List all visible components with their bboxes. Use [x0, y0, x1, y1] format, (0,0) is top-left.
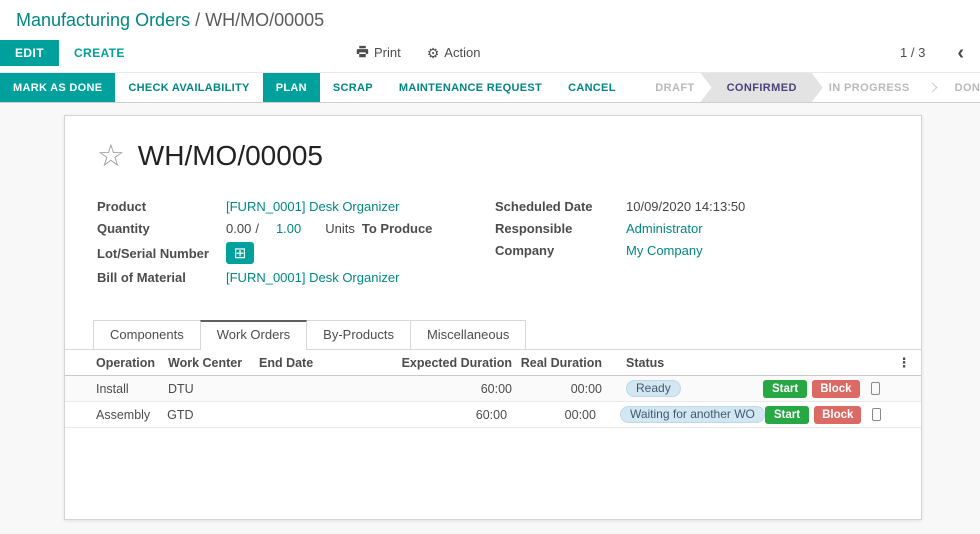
table-row[interactable]: Assembly GTD 60:00 00:00 Waiting for ano…	[65, 402, 921, 428]
state-confirmed[interactable]: CONFIRMED	[701, 73, 823, 102]
printer-icon	[356, 45, 369, 61]
start-button[interactable]: Start	[763, 379, 808, 398]
action-label: Action	[444, 45, 481, 60]
cell-real-duration: 00:00	[564, 407, 596, 422]
work-orders-table: Operation Work Center End Date Expected …	[65, 350, 921, 428]
favorite-star-icon[interactable]: ☆	[97, 140, 125, 171]
state-draft[interactable]: DRAFT	[637, 73, 712, 102]
pager-counter[interactable]: 1 / 3	[900, 45, 925, 60]
plan-button[interactable]: PLAN	[262, 73, 320, 102]
breadcrumb-current: WH/MO/00005	[205, 10, 325, 30]
state-done[interactable]: DONE	[937, 73, 980, 102]
responsible-label: Responsible	[495, 221, 573, 236]
company-link[interactable]: My Company	[626, 243, 703, 258]
quantity-produced: 0.00	[226, 221, 252, 236]
status-badge: Ready	[626, 380, 681, 397]
form-sheet: ☆ WH/MO/00005 Product [FURN_0001] Desk O…	[64, 115, 922, 520]
lot-serial-label: Lot/Serial Number	[97, 245, 209, 261]
scheduled-date-value: 10/09/2020 14:13:50	[626, 199, 746, 214]
page-title: WH/MO/00005	[137, 140, 323, 171]
cell-work-center: DTU	[168, 381, 194, 396]
scrap-button[interactable]: SCRAP	[320, 73, 386, 102]
pager-previous-icon[interactable]: ‹	[957, 43, 966, 63]
gear-icon: ⚙	[426, 44, 440, 61]
create-button[interactable]: CREATE	[74, 46, 125, 60]
product-label: Product	[97, 199, 147, 214]
state-in-progress[interactable]: IN PROGRESS	[811, 73, 928, 102]
tablet-view-icon[interactable]	[872, 408, 882, 421]
notebook-tabs: Components Work Orders By-Products Misce…	[65, 320, 921, 350]
optional-columns-icon[interactable]: ⋮	[887, 355, 921, 371]
cell-expected-duration: 60:00	[475, 407, 508, 422]
tab-work-orders[interactable]: Work Orders	[199, 320, 308, 350]
quantity-suffix-label: To Produce	[361, 221, 433, 236]
start-button[interactable]: Start	[764, 405, 810, 424]
cell-actions: Start Block	[764, 405, 888, 424]
tablet-view-icon[interactable]	[870, 382, 880, 395]
maintenance-request-button[interactable]: MAINTENANCE REQUEST	[386, 73, 555, 102]
cell-actions: Start Block	[763, 379, 887, 398]
column-expected-duration: Expected Duration	[401, 355, 512, 370]
statusbar: MARK AS DONE CHECK AVAILABILITY PLAN SCR…	[0, 72, 980, 103]
column-work-center: Work Center	[168, 355, 243, 370]
scheduled-date-label: Scheduled Date	[495, 199, 593, 214]
cell-status: Waiting for another WO	[596, 406, 765, 423]
quantity-label: Quantity	[97, 221, 150, 236]
cancel-button[interactable]: CANCEL	[555, 73, 629, 102]
column-real-duration: Real Duration	[520, 355, 602, 370]
block-button[interactable]: Block	[812, 379, 860, 398]
edit-button[interactable]: EDIT	[0, 39, 59, 66]
company-label: Company	[495, 243, 555, 258]
table-row[interactable]: Install DTU 60:00 00:00 Ready Start Bloc…	[65, 376, 921, 402]
quantity-separator: /	[255, 221, 259, 236]
table-header-row: Operation Work Center End Date Expected …	[65, 350, 921, 376]
add-lot-button[interactable]: ⊞	[226, 242, 254, 264]
cell-operation: Install	[96, 381, 129, 396]
cell-status: Ready	[602, 380, 763, 397]
cell-work-center: GTD	[167, 407, 194, 422]
form-background: ☆ WH/MO/00005 Product [FURN_0001] Desk O…	[0, 103, 980, 534]
bom-link[interactable]: [FURN_0001] Desk Organizer	[226, 270, 399, 285]
status-pipeline: DRAFT CONFIRMED IN PROGRESS DONE	[637, 73, 980, 102]
status-badge: Waiting for another WO	[619, 406, 765, 423]
action-menu[interactable]: ⚙ Action	[427, 45, 481, 60]
work-orders-body: Install DTU 60:00 00:00 Ready Start Bloc…	[65, 376, 921, 428]
cell-expected-duration: 60:00	[480, 381, 512, 396]
column-status: Status	[626, 355, 665, 370]
mark-as-done-button[interactable]: MARK AS DONE	[0, 73, 116, 102]
quantity-uom: Units	[325, 221, 355, 236]
control-panel: EDIT CREATE Print ⚙ Action 1 / 3 ‹	[0, 33, 980, 72]
plus-box-icon: ⊞	[233, 244, 247, 262]
column-operation: Operation	[96, 355, 156, 370]
breadcrumb-parent-link[interactable]: Manufacturing Orders	[16, 10, 190, 30]
print-label: Print	[374, 45, 401, 60]
tab-miscellaneous[interactable]: Miscellaneous	[409, 320, 527, 349]
responsible-link[interactable]: Administrator	[626, 221, 703, 236]
quantity-to-produce: 1.00	[275, 221, 302, 236]
cell-operation: Assembly	[96, 407, 151, 422]
chevron-right-icon	[927, 82, 938, 93]
bom-label: Bill of Material	[97, 270, 186, 285]
tab-components[interactable]: Components	[93, 320, 201, 349]
column-end-date: End Date	[259, 355, 314, 370]
tab-by-products[interactable]: By-Products	[306, 320, 411, 349]
breadcrumb-separator: /	[190, 10, 206, 30]
product-link[interactable]: [FURN_0001] Desk Organizer	[226, 199, 399, 214]
breadcrumb: Manufacturing Orders / WH/MO/00005	[0, 0, 980, 33]
check-availability-button[interactable]: CHECK AVAILABILITY	[115, 73, 262, 102]
print-menu[interactable]: Print	[356, 45, 401, 61]
cell-real-duration: 00:00	[570, 381, 602, 396]
block-button[interactable]: Block	[814, 405, 862, 424]
